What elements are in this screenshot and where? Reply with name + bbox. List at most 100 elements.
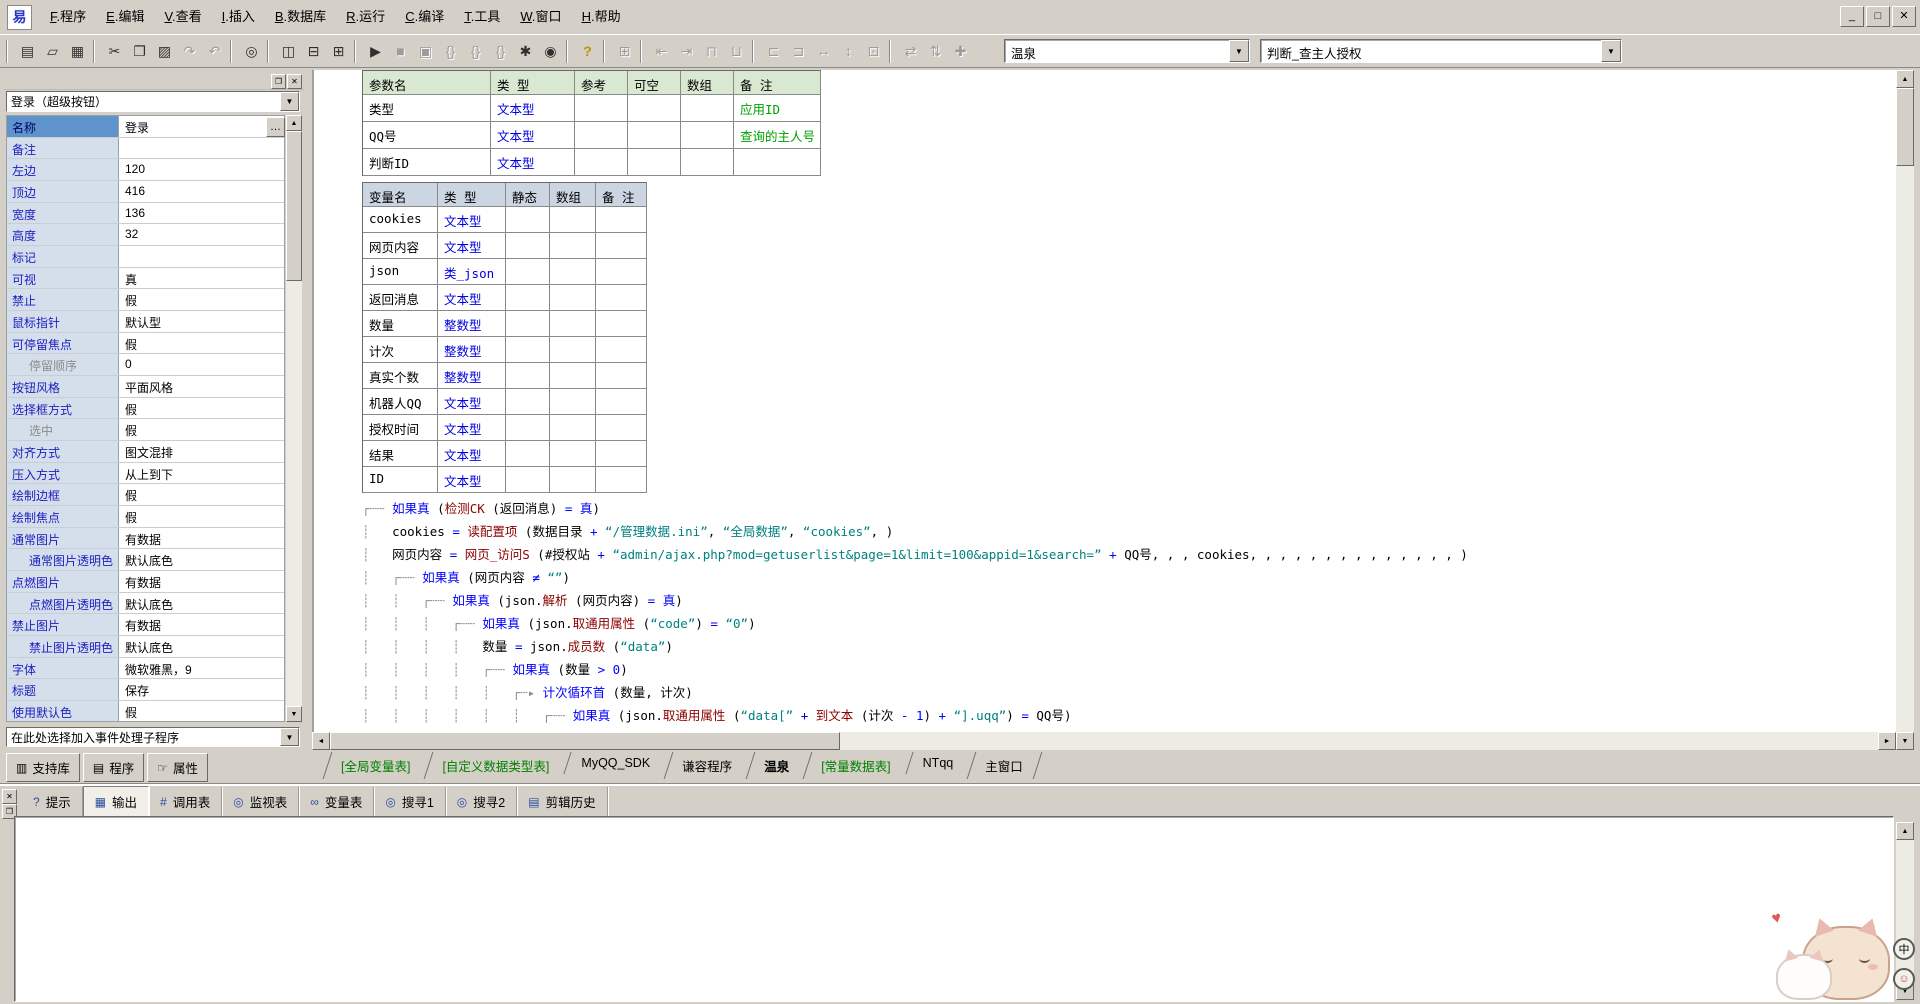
property-row[interactable]: 字体 微软雅黑，9 <box>7 658 284 680</box>
paste-icon[interactable]: ▨ <box>152 40 177 63</box>
save-icon[interactable]: ▦ <box>65 40 90 63</box>
document-tab[interactable]: 谦容程序 <box>665 752 747 779</box>
panel-tab[interactable]: ▥ 支持库 <box>6 753 80 782</box>
ime-mode-indicator[interactable]: ☺ <box>1893 968 1915 990</box>
chevron-down-icon[interactable]: ▼ <box>280 728 299 746</box>
menu-item[interactable]: I.插入 <box>212 1 265 33</box>
same-height-icon[interactable]: ↕ <box>836 40 861 63</box>
property-value[interactable]: 默认底色 <box>119 636 284 657</box>
menu-item[interactable]: E.编辑 <box>96 1 154 33</box>
property-row[interactable]: 备注 <box>7 138 284 160</box>
property-row[interactable]: 禁止图片 有数据 <box>7 614 284 636</box>
variable-table-row[interactable]: ID 文本型 <box>363 467 647 493</box>
variable-table-row[interactable]: 网页内容 文本型 <box>363 233 647 259</box>
property-value[interactable]: 默认型 <box>119 311 284 332</box>
active-subroutine-combo[interactable]: 判断_查主人授权 ▼ <box>1260 39 1622 63</box>
variable-table-row[interactable]: 计次 整数型 <box>363 337 647 363</box>
property-row[interactable]: 点燃图片 有数据 <box>7 571 284 593</box>
output-panel-tab[interactable]: # 调用表 <box>149 787 222 816</box>
output-panel-tab[interactable]: ▦ 输出 <box>83 786 149 817</box>
property-value[interactable]: 416 <box>119 181 284 202</box>
menu-item[interactable]: C.编译 <box>395 1 454 33</box>
property-value[interactable]: 假 <box>119 701 284 722</box>
pause-icon[interactable]: ◉ <box>538 40 563 63</box>
property-row[interactable]: 标记 <box>7 246 284 268</box>
ime-language-indicator[interactable]: 中 <box>1893 938 1915 960</box>
variable-table-row[interactable]: 结果 文本型 <box>363 441 647 467</box>
close-output-button[interactable]: ✕ <box>2 789 17 804</box>
window-split-grid-icon[interactable]: ⊞ <box>326 40 351 63</box>
scroll-down-icon[interactable]: ▼ <box>1896 732 1914 750</box>
variable-table-row[interactable]: json 类_json <box>363 259 647 285</box>
scroll-right-icon[interactable]: ► <box>1878 732 1896 750</box>
float-panel-button[interactable]: ❐ <box>271 74 286 89</box>
code-editor[interactable]: 参数名类 型参考可空数组备 注 类型 文本型 应用ID QQ号 文本型 <box>312 70 1896 732</box>
chevron-down-icon[interactable]: ▼ <box>1601 40 1621 62</box>
chevron-down-icon[interactable]: ▼ <box>1229 40 1249 62</box>
panel-splitter[interactable] <box>0 783 1920 786</box>
menu-item[interactable]: H.帮助 <box>572 1 631 33</box>
redo-icon[interactable]: ↷ <box>177 40 202 63</box>
menu-item[interactable]: T.工具 <box>454 1 510 33</box>
property-value[interactable]: 假 <box>119 506 284 527</box>
align-left-icon[interactable]: ⇤ <box>649 40 674 63</box>
toggle-breakpoint-icon[interactable]: ✱ <box>513 40 538 63</box>
property-row[interactable]: 标题 保存 <box>7 679 284 701</box>
step-out-icon[interactable]: {} <box>463 40 488 63</box>
scroll-down-icon[interactable]: ▼ <box>286 706 302 722</box>
property-row[interactable]: 禁止 假 <box>7 289 284 311</box>
property-row[interactable]: 选择框方式 假 <box>7 398 284 420</box>
parameter-table-row[interactable]: QQ号 文本型 查询的主人号 <box>363 122 821 149</box>
name-ellipsis-button[interactable]: … <box>266 117 285 137</box>
find-icon[interactable]: ◎ <box>239 40 264 63</box>
menu-item[interactable]: F.程序 <box>40 1 96 33</box>
property-row[interactable]: 选中 假 <box>7 419 284 441</box>
center-horizontal-icon[interactable]: ⊏ <box>761 40 786 63</box>
panel-tab[interactable]: ☞ 属性 <box>147 753 208 782</box>
space-vertical-icon[interactable]: ⇅ <box>923 40 948 63</box>
code-line[interactable]: ┊ ┌┄┄ 如果真 (网页内容 ≠ “”) <box>362 567 1468 590</box>
center-vertical-icon[interactable]: ⊐ <box>786 40 811 63</box>
output-panel-tab[interactable]: ◎ 监视表 <box>222 787 299 816</box>
property-row[interactable]: 禁止图片透明色 默认底色 <box>7 636 284 658</box>
debug-window-icon[interactable]: ▣ <box>413 40 438 63</box>
menu-item[interactable]: V.查看 <box>154 1 211 33</box>
property-value[interactable]: 默认底色 <box>119 593 284 614</box>
output-content[interactable] <box>14 816 1894 1002</box>
property-row[interactable]: 名称 登录 <box>7 116 284 138</box>
document-tab[interactable]: 主窗口 <box>968 752 1038 779</box>
property-row[interactable]: 压入方式 从上到下 <box>7 463 284 485</box>
step-over-icon[interactable]: {} <box>488 40 513 63</box>
code-line[interactable]: ┊ cookies = 读配置项 (数据目录 + “/管理数据.ini”, “全… <box>362 521 1468 544</box>
property-row[interactable]: 通常图片 有数据 <box>7 528 284 550</box>
panel-tab[interactable]: ▤ 程序 <box>83 753 144 782</box>
property-value[interactable]: 登录 <box>119 116 284 137</box>
property-row[interactable]: 点燃图片透明色 默认底色 <box>7 593 284 615</box>
property-value[interactable]: 假 <box>119 484 284 505</box>
property-value[interactable]: 0 <box>119 354 284 375</box>
document-tab[interactable]: NTqq <box>906 752 969 774</box>
property-value[interactable]: 平面风格 <box>119 376 284 397</box>
property-value[interactable]: 图文混排 <box>119 441 284 462</box>
property-value[interactable]: 假 <box>119 289 284 310</box>
property-value[interactable]: 真 <box>119 268 284 289</box>
property-grid-scrollbar[interactable]: ▲ ▼ <box>286 115 302 722</box>
code-line[interactable]: ┌┄┄ 如果真 (检测CK (返回消息) = 真) <box>362 498 1468 521</box>
stop-icon[interactable]: ■ <box>388 40 413 63</box>
property-row[interactable]: 绘制焦点 假 <box>7 506 284 528</box>
property-value[interactable]: 有数据 <box>119 528 284 549</box>
property-row[interactable]: 鼠标指针 默认型 <box>7 311 284 333</box>
scrollbar-thumb[interactable] <box>330 732 840 750</box>
property-row[interactable]: 对齐方式 图文混排 <box>7 441 284 463</box>
step-into-icon[interactable]: {} <box>438 40 463 63</box>
same-width-icon[interactable]: ↔ <box>811 40 836 63</box>
close-panel-button[interactable]: ✕ <box>287 74 302 89</box>
property-value[interactable]: 32 <box>119 224 284 245</box>
property-value[interactable]: 136 <box>119 203 284 224</box>
menu-item[interactable]: R.运行 <box>336 1 395 33</box>
scroll-up-icon[interactable]: ▲ <box>1896 822 1914 840</box>
document-tab[interactable]: [全局变量表] <box>324 752 425 779</box>
code-line[interactable]: ┊ ┊ ┊ ┊ ┌┄┄ 如果真 (数量 > 0) <box>362 659 1468 682</box>
editor-horizontal-scrollbar[interactable]: ◄ ► <box>312 732 1896 750</box>
maximize-button[interactable]: □ <box>1866 6 1890 27</box>
